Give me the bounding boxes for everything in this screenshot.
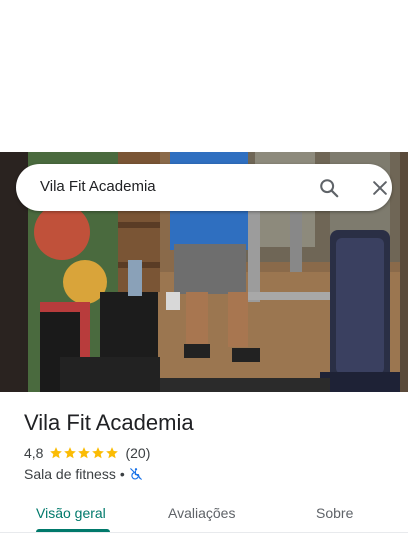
- rating-value: 4,8: [24, 445, 44, 461]
- star-icon: [50, 447, 63, 459]
- tab-overview[interactable]: Visão geral: [36, 505, 106, 521]
- star-icon: [92, 447, 105, 459]
- tab-reviews[interactable]: Avaliações: [168, 505, 235, 521]
- star-icon: [64, 447, 77, 459]
- tab-about[interactable]: Sobre: [316, 505, 353, 521]
- star-icon: [106, 447, 119, 459]
- place-title: Vila Fit Academia: [24, 410, 194, 435]
- star-icon: [78, 447, 91, 459]
- review-count[interactable]: (20): [125, 445, 150, 461]
- search-icon[interactable]: [318, 177, 340, 199]
- tabs-divider: [0, 532, 408, 533]
- blank-top-area: [0, 0, 408, 152]
- search-bar[interactable]: Vila Fit Academia: [16, 164, 392, 211]
- wheelchair-crossed-icon[interactable]: [129, 467, 143, 481]
- rating-row[interactable]: 4,8 (20): [24, 444, 150, 462]
- close-icon[interactable]: [370, 178, 390, 198]
- separator-dot: •: [119, 466, 125, 482]
- rating-stars: [49, 446, 119, 460]
- category-row: Sala de fitness •: [24, 465, 143, 483]
- place-category[interactable]: Sala de fitness: [24, 466, 116, 482]
- place-tabs: Visão geral Avaliações Sobre: [0, 496, 408, 544]
- search-query-text[interactable]: Vila Fit Academia: [40, 178, 156, 195]
